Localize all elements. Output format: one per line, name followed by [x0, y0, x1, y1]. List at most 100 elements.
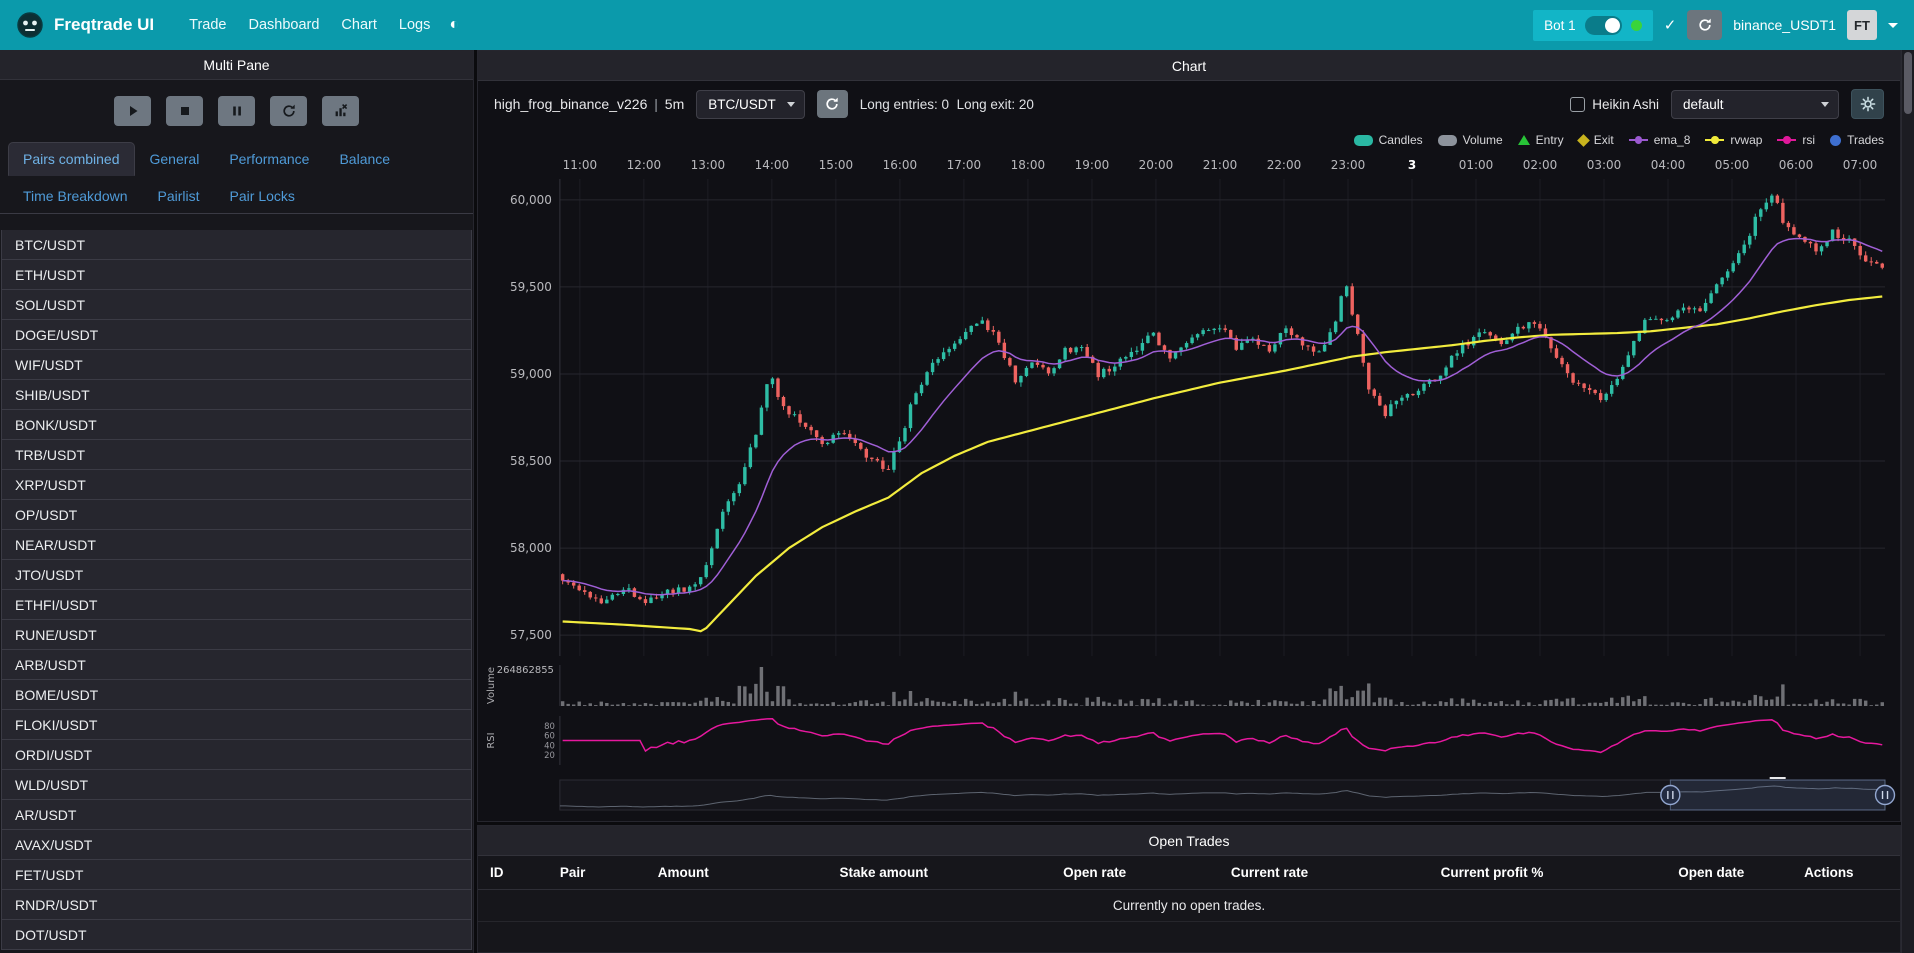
avatar[interactable]: FT	[1847, 10, 1877, 40]
svg-text:17:00: 17:00	[947, 158, 982, 172]
nav-item-chart[interactable]: Chart	[330, 9, 387, 41]
stop-button[interactable]	[166, 96, 203, 126]
legend-item-trades[interactable]: Trades	[1830, 133, 1884, 147]
chart-controls: high_frog_binance_v226 | 5m BTC/USDT Lon…	[478, 81, 1900, 127]
column-header-actions: Actions	[1804, 865, 1888, 880]
pair-row-btc-usdt[interactable]: BTC/USDT	[1, 230, 472, 260]
plot-config-select[interactable]: default	[1671, 90, 1839, 119]
legend-item-volume[interactable]: Volume	[1438, 133, 1503, 147]
multi-pane-tabs: Pairs combinedGeneralPerformanceBalance T…	[0, 138, 473, 214]
svg-text:18:00: 18:00	[1011, 158, 1046, 172]
svg-text:11:00: 11:00	[563, 158, 598, 172]
pair-row-eth-usdt[interactable]: ETH/USDT	[1, 259, 472, 290]
nav-item-dashboard[interactable]: Dashboard	[237, 9, 330, 41]
pair-row-floki-usdt[interactable]: FLOKI/USDT	[1, 709, 472, 740]
pair-row-xrp-usdt[interactable]: XRP/USDT	[1, 469, 472, 500]
legend-item-exit[interactable]: Exit	[1579, 133, 1614, 147]
pair-row-near-usdt[interactable]: NEAR/USDT	[1, 529, 472, 560]
svg-text:22:00: 22:00	[1267, 158, 1302, 172]
pair-row-ethfi-usdt[interactable]: ETHFI/USDT	[1, 589, 472, 620]
pair-select-value: BTC/USDT	[708, 97, 776, 112]
bot-selector[interactable]: Bot 1	[1533, 10, 1653, 41]
pair-select[interactable]: BTC/USDT	[696, 90, 805, 119]
pair-row-rune-usdt[interactable]: RUNE/USDT	[1, 619, 472, 650]
pair-row-bome-usdt[interactable]: BOME/USDT	[1, 679, 472, 710]
svg-text:02:00: 02:00	[1523, 158, 1558, 172]
legend-item-entry[interactable]: Entry	[1518, 133, 1564, 147]
pair-row-wif-usdt[interactable]: WIF/USDT	[1, 349, 472, 380]
play-icon	[125, 103, 141, 119]
svg-text:23:00: 23:00	[1331, 158, 1366, 172]
candlestick-chart[interactable]: 11:0012:0013:0014:0015:0016:0017:0018:00…	[478, 153, 1900, 821]
pair-row-ordi-usdt[interactable]: ORDI/USDT	[1, 739, 472, 770]
pair-row-shib-usdt[interactable]: SHIB/USDT	[1, 379, 472, 410]
strategy-separator: |	[651, 96, 661, 112]
svg-text:16:00: 16:00	[883, 158, 918, 172]
bot-toggle[interactable]	[1585, 16, 1622, 35]
column-header-open-date: Open date	[1678, 865, 1804, 880]
pair-row-avax-usdt[interactable]: AVAX/USDT	[1, 829, 472, 860]
legend-label: Volume	[1463, 133, 1503, 147]
theme-toggle-icon[interactable]: ◐	[449, 16, 459, 34]
bot-name: Bot 1	[1544, 18, 1576, 33]
chart-x-icon	[333, 103, 349, 119]
scrollbar-thumb[interactable]	[1904, 52, 1912, 114]
svg-text:58,000: 58,000	[510, 541, 552, 555]
trades-dot-icon	[1830, 135, 1841, 146]
nav-item-trade[interactable]: Trade	[178, 9, 237, 41]
legend-item-rvwap[interactable]: rvwap	[1705, 133, 1762, 147]
start-button[interactable]	[114, 96, 151, 126]
plot-settings-button[interactable]	[1851, 89, 1884, 119]
freqtrade-logo-icon	[16, 11, 44, 39]
pair-row-jto-usdt[interactable]: JTO/USDT	[1, 559, 472, 590]
column-header-id: ID	[490, 865, 560, 880]
tab-general[interactable]: General	[135, 142, 215, 176]
pair-row-rndr-usdt[interactable]: RNDR/USDT	[1, 889, 472, 920]
cancel-open-orders-button[interactable]	[322, 96, 359, 126]
page-scrollbar[interactable]	[1901, 50, 1914, 953]
long-exits-label: Long exit: 20	[957, 97, 1034, 112]
pair-row-wld-usdt[interactable]: WLD/USDT	[1, 769, 472, 800]
column-header-open-rate: Open rate	[1063, 865, 1231, 880]
legend-label: Entry	[1536, 133, 1564, 147]
pair-row-op-usdt[interactable]: OP/USDT	[1, 499, 472, 530]
pause-button[interactable]	[218, 96, 255, 126]
chart-refresh-button[interactable]	[817, 90, 848, 118]
pair-row-arb-usdt[interactable]: ARB/USDT	[1, 649, 472, 680]
long-entries-label: Long entries: 0	[860, 97, 949, 112]
entries-summary: Long entries: 0 Long exit: 20	[860, 97, 1034, 112]
online-check-icon: ✓	[1664, 16, 1677, 34]
navbar: Freqtrade UI TradeDashboardChartLogs ◐ B…	[0, 0, 1914, 50]
svg-text:58,500: 58,500	[510, 454, 552, 468]
legend-item-ema-8[interactable]: ema_8	[1629, 133, 1691, 147]
reload-button[interactable]	[1687, 10, 1722, 40]
tab-pairlist[interactable]: Pairlist	[143, 179, 215, 213]
tab-pair-locks[interactable]: Pair Locks	[215, 179, 310, 213]
pair-row-bonk-usdt[interactable]: BONK/USDT	[1, 409, 472, 440]
tab-pairs-combined[interactable]: Pairs combined	[8, 142, 135, 176]
tab-balance[interactable]: Balance	[324, 142, 405, 176]
nav-items: TradeDashboardChartLogs	[178, 9, 441, 41]
column-header-current-profit-: Current profit %	[1441, 865, 1679, 880]
reload-button[interactable]	[270, 96, 307, 126]
pair-row-dot-usdt[interactable]: DOT/USDT	[1, 919, 472, 950]
chevron-down-icon[interactable]	[1888, 23, 1898, 28]
legend-label: rvwap	[1730, 133, 1762, 147]
svg-text:20:00: 20:00	[1139, 158, 1174, 172]
svg-text:60,000: 60,000	[510, 193, 552, 207]
tab-performance[interactable]: Performance	[214, 142, 324, 176]
pair-row-trb-usdt[interactable]: TRB/USDT	[1, 439, 472, 470]
legend-item-rsi[interactable]: rsi	[1777, 133, 1815, 147]
heikin-ashi-checkbox[interactable]	[1570, 97, 1585, 112]
legend-item-candles[interactable]: Candles	[1354, 133, 1423, 147]
pair-row-doge-usdt[interactable]: DOGE/USDT	[1, 319, 472, 350]
pair-row-fet-usdt[interactable]: FET/USDT	[1, 859, 472, 890]
tab-time-breakdown[interactable]: Time Breakdown	[8, 179, 143, 213]
pair-row-ar-usdt[interactable]: AR/USDT	[1, 799, 472, 830]
nav-item-logs[interactable]: Logs	[388, 9, 441, 41]
strategy-text: high_frog_binance_v226	[494, 96, 647, 112]
svg-text:03:00: 03:00	[1587, 158, 1622, 172]
brand[interactable]: Freqtrade UI	[16, 11, 154, 39]
pair-row-sol-usdt[interactable]: SOL/USDT	[1, 289, 472, 320]
refresh-icon	[1697, 17, 1713, 33]
